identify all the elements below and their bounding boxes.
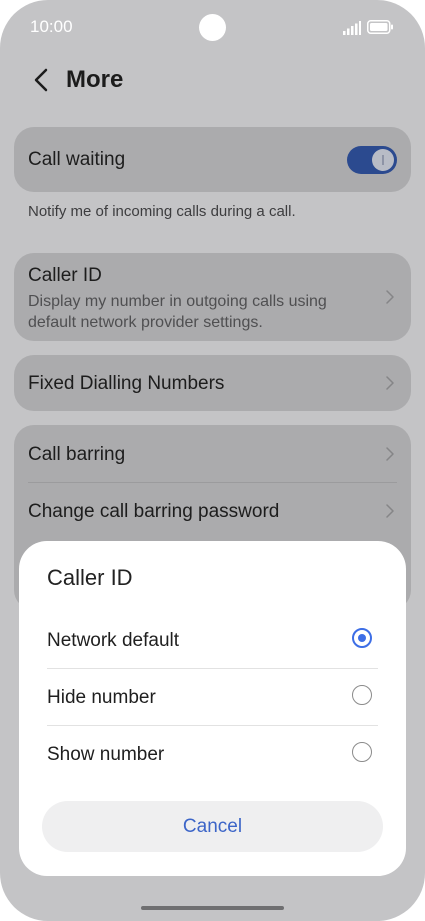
radio-unselected-icon[interactable] <box>352 742 372 762</box>
cancel-button[interactable]: Cancel <box>42 801 383 852</box>
caller-id-dialog: Caller ID Network default Hide number Sh… <box>19 541 406 876</box>
home-indicator[interactable] <box>141 906 284 910</box>
option-label: Show number <box>47 744 165 765</box>
phone-screen: 10:00 More Call waiting Notify me of inc… <box>0 0 425 921</box>
dialog-title: Caller ID <box>47 565 133 590</box>
option-label: Network default <box>47 630 180 651</box>
radio-unselected-icon[interactable] <box>352 685 372 705</box>
option-show-number[interactable]: Show number <box>19 726 406 782</box>
radio-selected-icon[interactable] <box>352 628 372 648</box>
option-network-default[interactable]: Network default <box>19 612 406 668</box>
option-hide-number[interactable]: Hide number <box>19 669 406 725</box>
option-label: Hide number <box>47 687 156 708</box>
